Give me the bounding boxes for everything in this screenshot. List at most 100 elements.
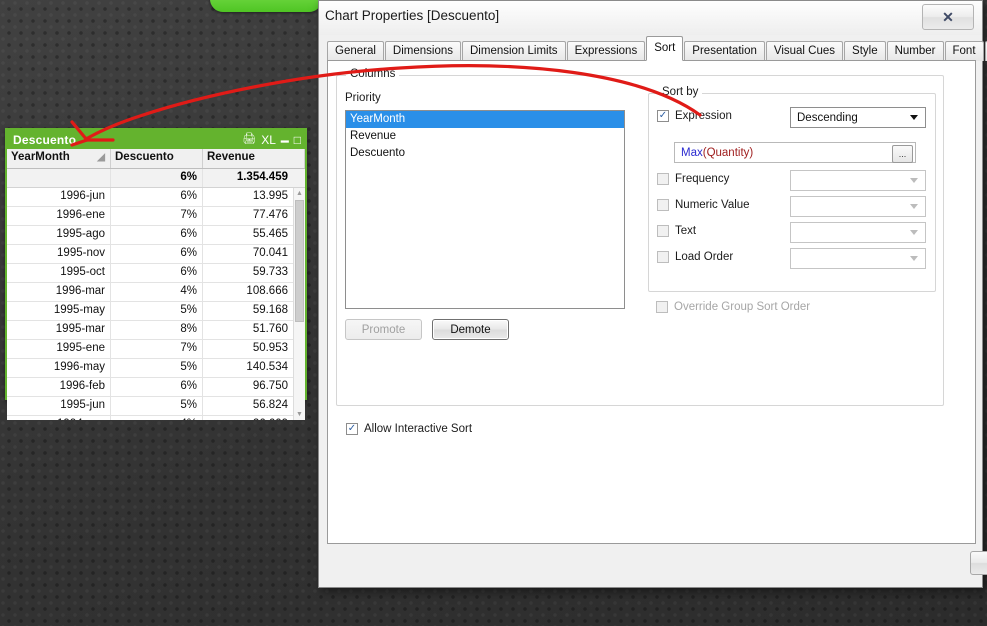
sort-criterion-expression[interactable]: ✓ Expression: [657, 110, 732, 122]
tab-sort[interactable]: Sort: [646, 36, 684, 61]
sort-criterion-load-order[interactable]: Load Order: [657, 251, 733, 263]
table-cell[interactable]: 140.534: [203, 359, 293, 377]
table-row[interactable]: 1994-sep4%26.609: [7, 416, 305, 420]
descuento-table-object[interactable]: Descuento 🖨 XL ━ □ YearMonth ◢ Descuento…: [5, 128, 307, 420]
table-body[interactable]: 1996-jun 6% 13.995 1996-ene 7% 77.476 1995-ago…: [7, 188, 305, 420]
table-cell[interactable]: 6%: [111, 264, 203, 282]
table-caption-bar[interactable]: Descuento 🖨 XL ━ □: [7, 130, 305, 149]
numeric-value-checkbox[interactable]: [657, 199, 669, 211]
table-cell[interactable]: 1995-may: [7, 302, 111, 320]
table-cell[interactable]: 1996-may: [7, 359, 111, 377]
table-cell[interactable]: 4%: [111, 283, 203, 301]
chart-properties-dialog[interactable]: Chart Properties [Descuento] ✕ General Di…: [318, 0, 987, 588]
table-cell[interactable]: 1995-ago: [7, 226, 111, 244]
table-cell[interactable]: 6%: [111, 188, 203, 206]
priority-item-revenue[interactable]: Revenue: [346, 128, 624, 145]
table-cell[interactable]: 1995-jun: [7, 397, 111, 415]
tab-general[interactable]: General: [327, 41, 384, 61]
frequency-checkbox[interactable]: [657, 173, 669, 185]
column-header-revenue[interactable]: Revenue: [203, 149, 305, 168]
table-cell[interactable]: 96.750: [203, 378, 293, 396]
minimize-icon[interactable]: ━: [281, 135, 289, 148]
column-header-yearmonth[interactable]: YearMonth ◢: [7, 149, 111, 168]
table-cell[interactable]: 1994-sep: [7, 416, 111, 420]
tab-style[interactable]: Style: [844, 41, 886, 61]
table-row[interactable]: 1995-oct 6% 59.733: [7, 264, 305, 283]
table-row[interactable]: 1995-ago 6% 55.465: [7, 226, 305, 245]
sort-criterion-frequency[interactable]: Frequency: [657, 173, 729, 185]
table-cell[interactable]: 5%: [111, 302, 203, 320]
table-cell[interactable]: 1996-jun: [7, 188, 111, 206]
allow-interactive-sort-row[interactable]: ✓ Allow Interactive Sort: [346, 423, 472, 435]
table-row[interactable]: 1995-jun 5% 56.824: [7, 397, 305, 416]
allow-interactive-sort-checkbox[interactable]: ✓: [346, 423, 358, 435]
scroll-down-icon[interactable]: ▼: [294, 409, 305, 420]
table-cell[interactable]: 4%: [111, 416, 203, 420]
table-row[interactable]: 1996-jun 6% 13.995: [7, 188, 305, 207]
table-scrollbar[interactable]: ▲ ▼: [293, 188, 305, 420]
table-row[interactable]: 1996-mar 4% 108.666: [7, 283, 305, 302]
tab-font[interactable]: Font: [944, 41, 984, 61]
table-row[interactable]: 1995-nov 6% 70.041: [7, 245, 305, 264]
table-cell[interactable]: 1996-feb: [7, 378, 111, 396]
tab-presentation[interactable]: Presentation: [684, 41, 765, 61]
sort-criterion-text[interactable]: Text: [657, 225, 696, 237]
scrollbar-thumb[interactable]: [295, 200, 304, 322]
load-order-checkbox[interactable]: [657, 251, 669, 263]
table-cell[interactable]: 13.995: [203, 188, 293, 206]
table-cell[interactable]: 51.760: [203, 321, 293, 339]
table-cell[interactable]: 26.609: [203, 416, 293, 420]
table-cell[interactable]: 1995-oct: [7, 264, 111, 282]
override-group-sort-order-row[interactable]: Override Group Sort Order: [656, 301, 810, 313]
priority-listbox[interactable]: YearMonth Revenue Descuento: [345, 110, 625, 309]
priority-item-descuento[interactable]: Descuento: [346, 145, 624, 162]
table-cell[interactable]: 1995-mar: [7, 321, 111, 339]
text-checkbox[interactable]: [657, 225, 669, 237]
table-cell[interactable]: 5%: [111, 397, 203, 415]
table-cell[interactable]: 70.041: [203, 245, 293, 263]
table-cell[interactable]: 50.953: [203, 340, 293, 358]
table-cell[interactable]: 56.824: [203, 397, 293, 415]
tab-dimension-limits[interactable]: Dimension Limits: [462, 41, 566, 61]
dialog-title-bar[interactable]: Chart Properties [Descuento] ✕: [319, 1, 982, 35]
table-cell[interactable]: 59.733: [203, 264, 293, 282]
table-row[interactable]: 1996-feb 6% 96.750: [7, 378, 305, 397]
priority-item-yearmonth[interactable]: YearMonth: [346, 111, 624, 128]
table-row[interactable]: 1995-may 5% 59.168: [7, 302, 305, 321]
demote-button[interactable]: Demote: [432, 319, 509, 340]
table-row[interactable]: 1995-ene 7% 50.953: [7, 340, 305, 359]
expression-checkbox[interactable]: ✓: [657, 110, 669, 122]
override-group-sort-order-checkbox[interactable]: [656, 301, 668, 313]
table-cell[interactable]: 1996-mar: [7, 283, 111, 301]
table-cell[interactable]: 59.168: [203, 302, 293, 320]
dialog-tab-strip[interactable]: General Dimensions Dimension Limits Express…: [319, 35, 987, 61]
table-cell[interactable]: 7%: [111, 340, 203, 358]
table-cell[interactable]: 77.476: [203, 207, 293, 225]
expression-order-dropdown[interactable]: Descending: [790, 107, 926, 128]
table-row[interactable]: 1995-mar 8% 51.760: [7, 321, 305, 340]
tab-expressions[interactable]: Expressions: [566, 41, 646, 61]
sort-criterion-numeric-value[interactable]: Numeric Value: [657, 199, 750, 211]
table-cell[interactable]: 7%: [111, 207, 203, 225]
table-row[interactable]: 1996-ene 7% 77.476: [7, 207, 305, 226]
xl-export-icon[interactable]: XL: [261, 134, 276, 146]
table-cell[interactable]: 5%: [111, 359, 203, 377]
promote-button[interactable]: Promote: [345, 319, 422, 340]
table-cell[interactable]: 1995-nov: [7, 245, 111, 263]
tab-number[interactable]: Number: [886, 41, 944, 61]
table-cell[interactable]: 6%: [111, 378, 203, 396]
table-cell[interactable]: 6%: [111, 226, 203, 244]
tab-dimensions[interactable]: Dimensions: [384, 41, 461, 61]
table-cell[interactable]: 1995-ene: [7, 340, 111, 358]
table-row[interactable]: 1996-may 5% 140.534: [7, 359, 305, 378]
tab-visual-cues[interactable]: Visual Cues: [765, 41, 844, 61]
ok-button[interactable]: OK: [970, 551, 987, 575]
expression-browse-button[interactable]: ...: [892, 145, 913, 163]
maximize-icon[interactable]: □: [294, 134, 301, 146]
table-cell[interactable]: 8%: [111, 321, 203, 339]
scroll-up-icon[interactable]: ▲: [294, 188, 305, 199]
sort-expression-field[interactable]: Max (Quantity) ...: [674, 142, 916, 163]
table-cell[interactable]: 1996-ene: [7, 207, 111, 225]
table-cell[interactable]: 55.465: [203, 226, 293, 244]
dialog-close-button[interactable]: ✕: [922, 4, 974, 30]
